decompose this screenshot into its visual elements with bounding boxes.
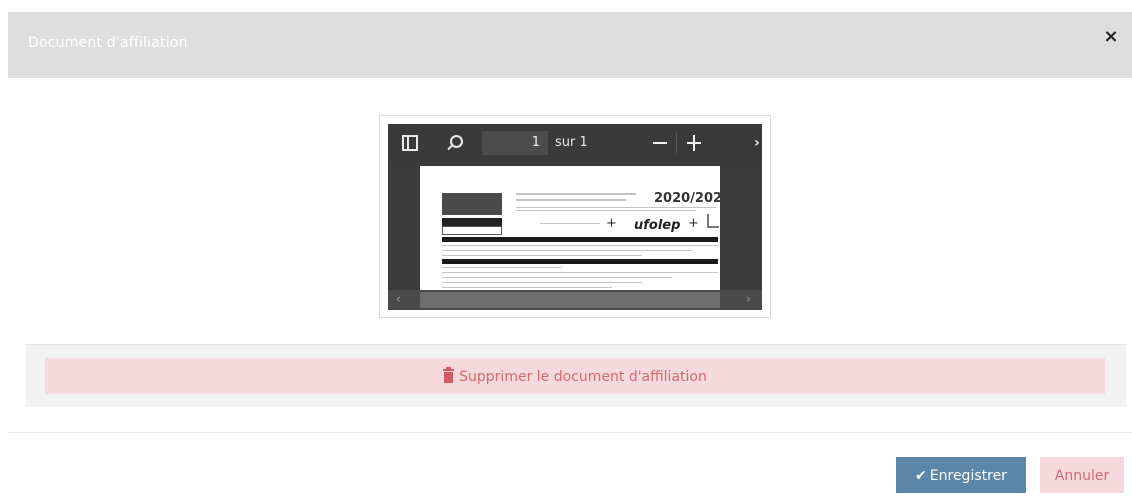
scroll-left-icon[interactable]: ‹	[396, 292, 401, 306]
pdf-viewer-frame: sur 1 › 2020/2021 + ufolep +	[379, 115, 771, 318]
search-icon[interactable]	[446, 134, 464, 152]
check-icon: ✔	[915, 468, 927, 484]
page-count-label: sur 1	[555, 135, 588, 150]
modal-title: Document d'affiliation	[28, 35, 188, 51]
scrollbar-thumb[interactable]	[420, 292, 720, 308]
pdf-sketch-logo	[707, 214, 719, 228]
pdf-page-preview: 2020/2021 + ufolep +	[420, 166, 720, 290]
pdf-plus-sign: +	[606, 216, 617, 231]
pdf-brand-logo: ufolep	[634, 218, 681, 233]
zoom-in-icon[interactable]	[686, 131, 702, 155]
close-icon[interactable]: ×	[1100, 26, 1122, 48]
zoom-out-icon[interactable]	[652, 131, 668, 155]
pdf-affiliation-bar	[442, 218, 502, 226]
sidebar-icon[interactable]	[402, 135, 418, 151]
footer-divider	[8, 432, 1132, 433]
save-label: Enregistrer	[929, 468, 1007, 484]
modal-header: Document d'affiliation ×	[8, 12, 1132, 78]
save-button[interactable]: ✔ Enregistrer	[896, 457, 1026, 493]
cancel-button[interactable]: Annuler	[1040, 457, 1124, 493]
delete-document-label: Supprimer le document d'affiliation	[459, 369, 707, 385]
toolbar-divider	[676, 133, 677, 153]
chevron-right-icon[interactable]: ›	[754, 135, 760, 151]
pdf-logo-block	[442, 193, 502, 215]
scroll-right-icon[interactable]: ›	[746, 292, 751, 306]
page-number-input[interactable]	[482, 131, 548, 155]
horizontal-scrollbar[interactable]: ‹ ›	[388, 290, 762, 310]
delete-document-button[interactable]: Supprimer le document d'affiliation	[45, 358, 1105, 394]
pdf-plus-sign-2: +	[688, 216, 699, 231]
pdf-viewer: sur 1 › 2020/2021 + ufolep +	[388, 124, 762, 310]
pdf-affiliation-number-box	[442, 226, 502, 235]
pdf-season-year: 2020/2021	[654, 191, 720, 206]
trash-icon	[443, 367, 455, 383]
pdf-toolbar: sur 1 ›	[388, 124, 762, 162]
delete-section: Supprimer le document d'affiliation	[26, 344, 1126, 407]
affiliation-modal: Document d'affiliation × sur 1 ›	[8, 12, 1132, 504]
